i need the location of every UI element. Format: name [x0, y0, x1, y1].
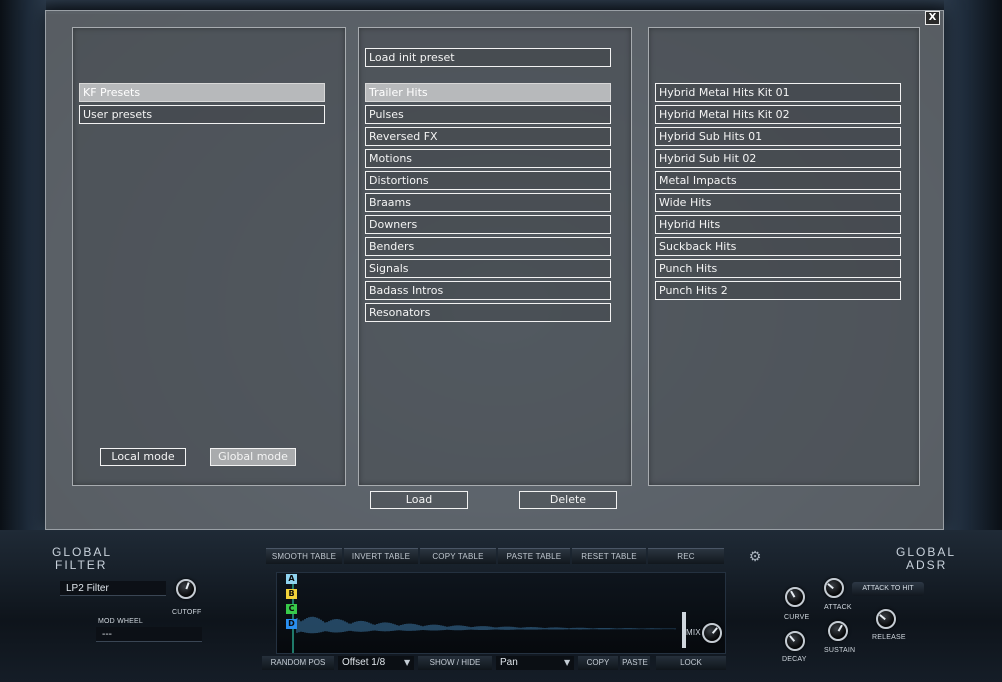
pan-dropdown[interactable]: Pan	[496, 656, 574, 670]
preset-list-item[interactable]: Hybrid Sub Hits 01	[655, 127, 901, 146]
preset-list-item[interactable]: Hybrid Sub Hit 02	[655, 149, 901, 168]
global-mode-button[interactable]: Global mode	[210, 448, 296, 466]
copy-button[interactable]: COPY	[578, 656, 618, 670]
paste-button[interactable]: PASTE	[620, 656, 650, 670]
preset-list-item[interactable]: Hybrid Metal Hits Kit 01	[655, 83, 901, 102]
layer-marker[interactable]: A	[286, 574, 297, 584]
smooth-table-button[interactable]: SMOOTH TABLE	[266, 548, 342, 564]
offset-chevron-icon: ▼	[404, 658, 411, 667]
global-filter-title-1: GLOBAL	[52, 545, 113, 559]
preset-list-item[interactable]: Hybrid Hits	[655, 215, 901, 234]
right-frame	[944, 0, 1002, 540]
copy-table-button[interactable]: COPY TABLE	[420, 548, 496, 564]
mix-label: MIX	[686, 628, 701, 637]
preset-list-item[interactable]: Suckback Hits	[655, 237, 901, 256]
category-list-item[interactable]: Signals	[365, 259, 611, 278]
filter-type-dropdown[interactable]: LP2 Filter	[60, 581, 166, 596]
rec-button[interactable]: REC	[648, 548, 724, 564]
preset-list-item[interactable]: Wide Hits	[655, 193, 901, 212]
pan-chevron-icon: ▼	[564, 658, 571, 667]
global-adsr-title-2: ADSR	[906, 558, 948, 572]
category-list-item[interactable]: Resonators	[365, 303, 611, 322]
cutoff-label: CUTOFF	[172, 609, 202, 616]
category-list-item[interactable]: Braams	[365, 193, 611, 212]
attack-knob[interactable]	[824, 578, 844, 598]
bank-list-item[interactable]: KF Presets	[79, 83, 325, 102]
attack-label: ATTACK	[824, 604, 852, 611]
release-label: RELEASE	[872, 634, 906, 641]
category-list-item[interactable]: Pulses	[365, 105, 611, 124]
cutoff-knob[interactable]	[176, 579, 196, 599]
show-hide-button[interactable]: SHOW / HIDE	[418, 656, 492, 670]
preset-list-item[interactable]: Punch Hits 2	[655, 281, 901, 300]
attack-to-hit-button[interactable]: ATTACK TO HIT	[852, 582, 924, 596]
sustain-label: SUSTAIN	[824, 647, 856, 654]
category-list-item[interactable]: Motions	[365, 149, 611, 168]
mix-knob[interactable]	[702, 623, 722, 643]
local-mode-button[interactable]: Local mode	[100, 448, 186, 466]
layer-marker[interactable]: B	[286, 589, 297, 599]
layer-marker[interactable]: D	[286, 619, 297, 629]
preset-list-item[interactable]: Punch Hits	[655, 259, 901, 278]
load-button[interactable]: Load	[370, 491, 468, 509]
preset-list-item[interactable]: Metal Impacts	[655, 171, 901, 190]
layer-marker[interactable]: C	[286, 604, 297, 614]
waveform-graphic	[292, 581, 676, 653]
lock-button[interactable]: LOCK	[656, 656, 726, 670]
paste-table-button[interactable]: PASTE TABLE	[498, 548, 570, 564]
category-list-item[interactable]: Badass Intros	[365, 281, 611, 300]
waveform-display[interactable]	[276, 572, 726, 654]
category-list-item[interactable]: Distortions	[365, 171, 611, 190]
gear-icon[interactable]: ⚙	[748, 550, 762, 564]
preset-list-item[interactable]: Hybrid Metal Hits Kit 02	[655, 105, 901, 124]
global-adsr-title-1: GLOBAL	[896, 545, 957, 559]
reset-table-button[interactable]: RESET TABLE	[572, 548, 646, 564]
mod-wheel-dropdown[interactable]: ---	[96, 627, 202, 642]
delete-button[interactable]: Delete	[519, 491, 617, 509]
sustain-knob[interactable]	[828, 621, 848, 641]
global-filter-title-2: FILTER	[55, 558, 108, 572]
category-list-item[interactable]: Trailer Hits	[365, 83, 611, 102]
decay-knob[interactable]	[785, 631, 805, 651]
random-pos-button[interactable]: RANDOM POS	[262, 656, 334, 670]
invert-table-button[interactable]: INVERT TABLE	[344, 548, 418, 564]
bank-list-item[interactable]: User presets	[79, 105, 325, 124]
waveform-bars	[296, 616, 676, 634]
close-button[interactable]: X	[925, 11, 940, 25]
curve-knob[interactable]	[785, 587, 805, 607]
category-list-item[interactable]: Reversed FX	[365, 127, 611, 146]
category-list-item[interactable]: Downers	[365, 215, 611, 234]
offset-dropdown[interactable]: Offset 1/8	[338, 656, 414, 670]
left-frame	[0, 0, 46, 540]
decay-label: DECAY	[782, 656, 807, 663]
release-knob[interactable]	[876, 609, 896, 629]
mod-wheel-label: MOD WHEEL	[98, 618, 143, 625]
category-list-item[interactable]: Benders	[365, 237, 611, 256]
load-init-preset-button[interactable]: Load init preset	[365, 48, 611, 67]
curve-label: CURVE	[784, 614, 810, 621]
